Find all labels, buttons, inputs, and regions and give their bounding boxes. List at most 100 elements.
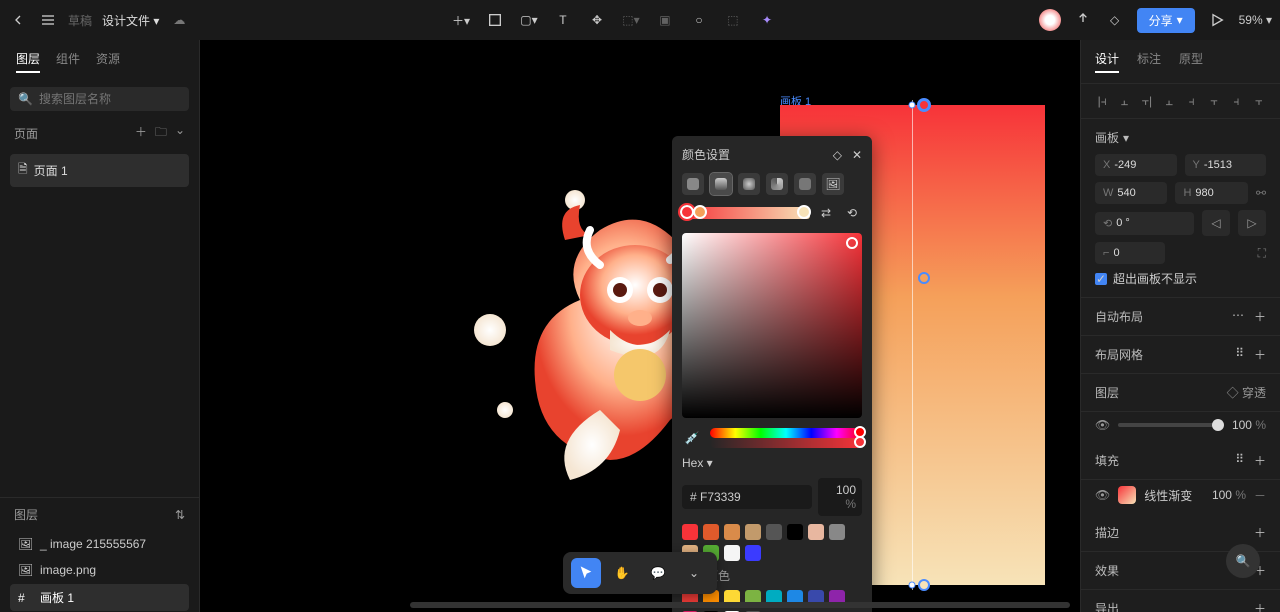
layer-search[interactable]: 🔍 xyxy=(10,87,189,111)
tab-annotate[interactable]: 标注 xyxy=(1137,50,1161,73)
hue-slider[interactable] xyxy=(710,428,862,438)
opacity-input[interactable]: 100 % xyxy=(818,478,862,516)
eyedropper-icon[interactable]: 💉 xyxy=(682,428,702,448)
circle-icon[interactable]: ○ xyxy=(689,10,709,30)
tab-design[interactable]: 设计 xyxy=(1095,50,1119,73)
tab-components[interactable]: 组件 xyxy=(56,50,80,73)
zoom-level[interactable]: 59% ▾ xyxy=(1239,13,1272,27)
clip-checkbox[interactable]: ✓ 超出画板不显示 xyxy=(1095,270,1266,287)
hex-input[interactable]: # F73339 xyxy=(682,485,812,509)
swatch[interactable] xyxy=(724,545,740,561)
share-button[interactable]: 分享 ▾ xyxy=(1137,8,1195,33)
hex-label[interactable]: Hex ▾ xyxy=(682,456,713,470)
back-icon[interactable] xyxy=(8,10,28,30)
swatch[interactable] xyxy=(724,524,740,540)
radius-input[interactable]: ⌐0 xyxy=(1095,242,1165,264)
autolayout-menu-icon[interactable]: ⋯ xyxy=(1232,308,1244,325)
file-name[interactable]: 设计文件 ▾ xyxy=(102,12,159,29)
align-top-icon[interactable]: ⫠ xyxy=(1160,92,1178,110)
fill-swatch[interactable] xyxy=(1118,486,1136,504)
gradient-axis[interactable] xyxy=(912,100,913,590)
more-tools[interactable]: ⌄ xyxy=(679,558,709,588)
opacity-slider[interactable] xyxy=(1118,423,1224,427)
feedback-icon[interactable]: ◇ xyxy=(1105,10,1125,30)
mask-icon[interactable]: ▣ xyxy=(655,10,675,30)
layer-opacity[interactable]: 100 % xyxy=(1232,418,1266,432)
align-left-icon[interactable]: |⫞ xyxy=(1093,92,1111,110)
gradient-stop[interactable] xyxy=(693,205,707,219)
menu-icon[interactable] xyxy=(38,10,58,30)
folder-icon[interactable]: 🗀 xyxy=(155,123,167,144)
fill-radial[interactable] xyxy=(738,173,760,195)
export-icon[interactable] xyxy=(1073,10,1093,30)
gradient-handle-end[interactable] xyxy=(918,579,930,591)
tab-prototype[interactable]: 原型 xyxy=(1179,50,1203,73)
frame-icon[interactable] xyxy=(485,10,505,30)
alpha-slider[interactable] xyxy=(710,438,862,448)
canvas[interactable]: 画板 1 xyxy=(200,40,1080,612)
fill-diamond[interactable] xyxy=(794,173,816,195)
add-icon[interactable]: ＋ xyxy=(1254,524,1266,541)
swatch[interactable] xyxy=(829,524,845,540)
w-input[interactable]: W540 xyxy=(1095,182,1167,204)
fill-image[interactable]: 🖼 xyxy=(822,173,844,195)
gradient-handle-start[interactable] xyxy=(917,98,931,112)
rotate-grad-icon[interactable]: ⟲ xyxy=(842,203,862,223)
fill-linear[interactable] xyxy=(710,173,732,195)
swatch[interactable] xyxy=(787,524,803,540)
color-area[interactable] xyxy=(682,233,862,418)
color-cursor[interactable] xyxy=(846,237,858,249)
ai-icon[interactable]: ✦ xyxy=(757,10,777,30)
search-input[interactable] xyxy=(39,92,181,106)
align-bottom-icon[interactable]: ⫟ xyxy=(1205,92,1223,110)
fill-solid[interactable] xyxy=(682,173,704,195)
arrange-icon[interactable]: ✥ xyxy=(587,10,607,30)
align-hcenter-icon[interactable]: ⫠ xyxy=(1115,92,1133,110)
add-icon[interactable]: ＋ xyxy=(1254,346,1266,363)
swap-icon[interactable]: ⇄ xyxy=(816,203,836,223)
grid-style-icon[interactable]: ⠿ xyxy=(1235,346,1244,363)
swatch[interactable] xyxy=(766,524,782,540)
add-icon[interactable]: ＋▾ xyxy=(451,10,471,30)
collapse-icon[interactable]: ⌄ xyxy=(175,123,185,144)
radius-detail-icon[interactable]: ⛶ xyxy=(1258,246,1266,261)
swatch[interactable] xyxy=(745,524,761,540)
page-item[interactable]: 🗎 页面 1 xyxy=(10,154,189,187)
comment-tool[interactable]: 💬 xyxy=(643,558,673,588)
search-fab[interactable]: 🔍 xyxy=(1226,544,1260,578)
pointer-tool[interactable] xyxy=(571,558,601,588)
h-input[interactable]: H980 xyxy=(1175,182,1247,204)
tidy-icon[interactable]: ⫟ xyxy=(1250,92,1268,110)
shape-icon[interactable]: ▢▾ xyxy=(519,10,539,30)
remove-fill-icon[interactable]: － xyxy=(1254,487,1266,504)
visibility-icon[interactable]: 👁 xyxy=(1095,488,1110,502)
swatch[interactable] xyxy=(703,524,719,540)
gradient-handle-mid[interactable] xyxy=(918,272,930,284)
hand-tool[interactable]: ✋ xyxy=(607,558,637,588)
add-icon[interactable]: ＋ xyxy=(1254,452,1266,469)
add-icon[interactable]: ＋ xyxy=(1254,600,1266,612)
align-vcenter-icon[interactable]: ⫞ xyxy=(1183,92,1201,110)
layer-item[interactable]: 🖼 image.png xyxy=(10,558,189,582)
blend-icon[interactable]: ◇ xyxy=(833,148,842,162)
flip-v-icon[interactable]: ▷ xyxy=(1238,210,1266,236)
swatch[interactable] xyxy=(808,524,824,540)
distribute-icon[interactable]: ⫞ xyxy=(1227,92,1245,110)
swatch[interactable] xyxy=(745,545,761,561)
fill-angular[interactable] xyxy=(766,173,788,195)
fill-opacity[interactable]: 100 % xyxy=(1212,488,1246,502)
h-scrollbar[interactable] xyxy=(410,602,1070,608)
boolean-icon[interactable]: ⬚ xyxy=(723,10,743,30)
layer-item-artboard[interactable]: # 画板 1 xyxy=(10,584,189,611)
add-page-icon[interactable]: ＋ xyxy=(135,123,147,144)
artboard-section-label[interactable]: 画板 ▾ xyxy=(1095,129,1266,146)
x-input[interactable]: X-249 xyxy=(1095,154,1177,176)
component-icon[interactable]: ⬚▾ xyxy=(621,10,641,30)
close-icon[interactable]: ✕ xyxy=(852,148,862,162)
flip-h-icon[interactable]: ◁ xyxy=(1202,210,1230,236)
text-icon[interactable]: T xyxy=(553,10,573,30)
tab-assets[interactable]: 资源 xyxy=(96,50,120,73)
fill-style-icon[interactable]: ⠿ xyxy=(1235,452,1244,469)
link-wh-icon[interactable]: ⚯ xyxy=(1256,186,1266,200)
cloud-sync-icon[interactable]: ☁ xyxy=(169,10,189,30)
